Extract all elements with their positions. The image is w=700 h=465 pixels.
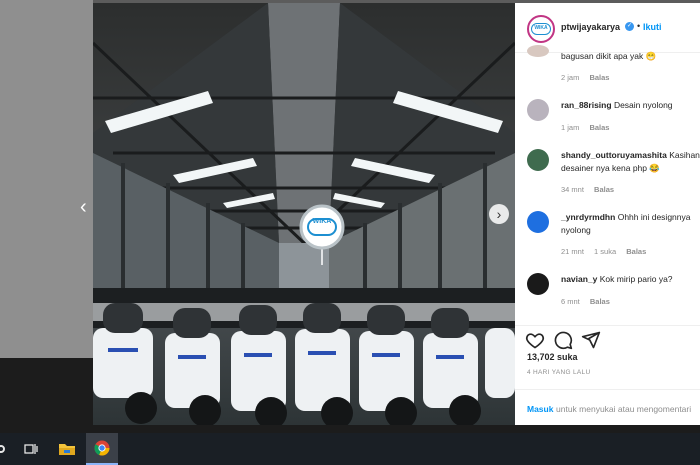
file-explorer-icon[interactable]: [52, 433, 82, 465]
follow-button[interactable]: Ikuti: [643, 22, 662, 32]
backdrop-left[interactable]: [0, 0, 93, 358]
comment-username[interactable]: ran_88rising: [561, 100, 612, 110]
comment-text-line2: nyolong: [561, 225, 591, 235]
post-time[interactable]: 4 HARI YANG LALU: [527, 369, 590, 376]
post-side-panel: WIKA ptwijayakarya ✓ • Ikuti bagusan dik…: [515, 3, 700, 425]
verified-badge-icon: ✓: [625, 22, 634, 31]
comment-time: 2 jam: [561, 73, 580, 82]
chrome-icon[interactable]: [86, 433, 118, 465]
profile-avatar[interactable]: WIKA: [527, 15, 555, 43]
wika-logo-text: WIKA: [312, 218, 332, 225]
comment-meta: 2 jam Balas: [561, 73, 617, 82]
comment-body: Kasihan: [669, 150, 700, 160]
comment-time: 34 mnt: [561, 185, 584, 194]
comment-meta: 21 mnt 1 suka Balas: [561, 247, 654, 256]
like-heart-icon[interactable]: [525, 330, 545, 350]
comment-text: _ynrdyrmdhn Ohhh ini designnya: [561, 211, 700, 224]
comment-text-line2: desainer nya kena php 😂: [561, 163, 660, 173]
comment-bubble-icon[interactable]: [553, 330, 573, 350]
comment-username[interactable]: navian_y: [561, 274, 597, 284]
likes-count[interactable]: 13,702 suka: [527, 352, 578, 362]
comment-text: ran_88rising Desain nyolong: [561, 99, 700, 112]
commenter-avatar[interactable]: [527, 99, 549, 121]
login-prompt-text: untuk menyukai atau mengomentari: [556, 404, 692, 414]
reply-button[interactable]: Balas: [589, 123, 609, 132]
share-send-icon[interactable]: [581, 330, 601, 350]
comment-time: 6 mnt: [561, 297, 580, 306]
comment-meta: 6 mnt Balas: [561, 297, 618, 306]
taskbar: [0, 433, 700, 465]
comment-username[interactable]: shandy_outtoruyamashita: [561, 150, 667, 160]
username[interactable]: ptwijayakarya: [561, 22, 620, 32]
comment-time: 1 jam: [561, 123, 580, 132]
wika-avatar-logo: WIKA: [531, 23, 551, 35]
windows-icon[interactable]: [0, 433, 8, 465]
comment-time: 21 mnt: [561, 247, 584, 256]
post-actions: [515, 325, 700, 355]
post-photo[interactable]: WIKA: [93, 3, 515, 425]
commenter-avatar[interactable]: [527, 149, 549, 171]
comment-body: Ohhh ini designnya: [617, 212, 691, 222]
task-view-icon[interactable]: [20, 433, 42, 465]
commenter-avatar[interactable]: [527, 273, 549, 295]
warehouse-image: [93, 3, 515, 425]
comment-meta: 1 jam Balas: [561, 123, 617, 132]
comment-body: Kok mirip pario ya?: [599, 274, 673, 284]
login-link[interactable]: Masuk: [527, 404, 553, 414]
comment-text: bagusan dikit apa yak 😁: [561, 51, 657, 61]
reply-button[interactable]: Balas: [590, 297, 610, 306]
commenter-avatar[interactable]: [527, 211, 549, 233]
comment-text: navian_y Kok mirip pario ya?: [561, 273, 700, 286]
reply-button[interactable]: Balas: [594, 185, 614, 194]
comment-text: shandy_outtoruyamashita Kasihan: [561, 149, 700, 162]
prev-arrow-icon[interactable]: ‹: [80, 196, 94, 218]
commenter-avatar[interactable]: [527, 45, 549, 57]
separator-dot: •: [637, 21, 641, 31]
reply-button[interactable]: Balas: [589, 73, 609, 82]
comment-likes[interactable]: 1 suka: [594, 247, 616, 256]
comment-username[interactable]: _ynrdyrmdhn: [561, 212, 615, 222]
next-arrow-icon[interactable]: ›: [489, 204, 509, 224]
comment-meta: 34 mnt Balas: [561, 185, 622, 194]
comment-body: Desain nyolong: [613, 100, 673, 110]
reply-button[interactable]: Balas: [626, 247, 646, 256]
login-prompt: Masuk untuk menyukai atau mengomentari: [515, 389, 700, 425]
